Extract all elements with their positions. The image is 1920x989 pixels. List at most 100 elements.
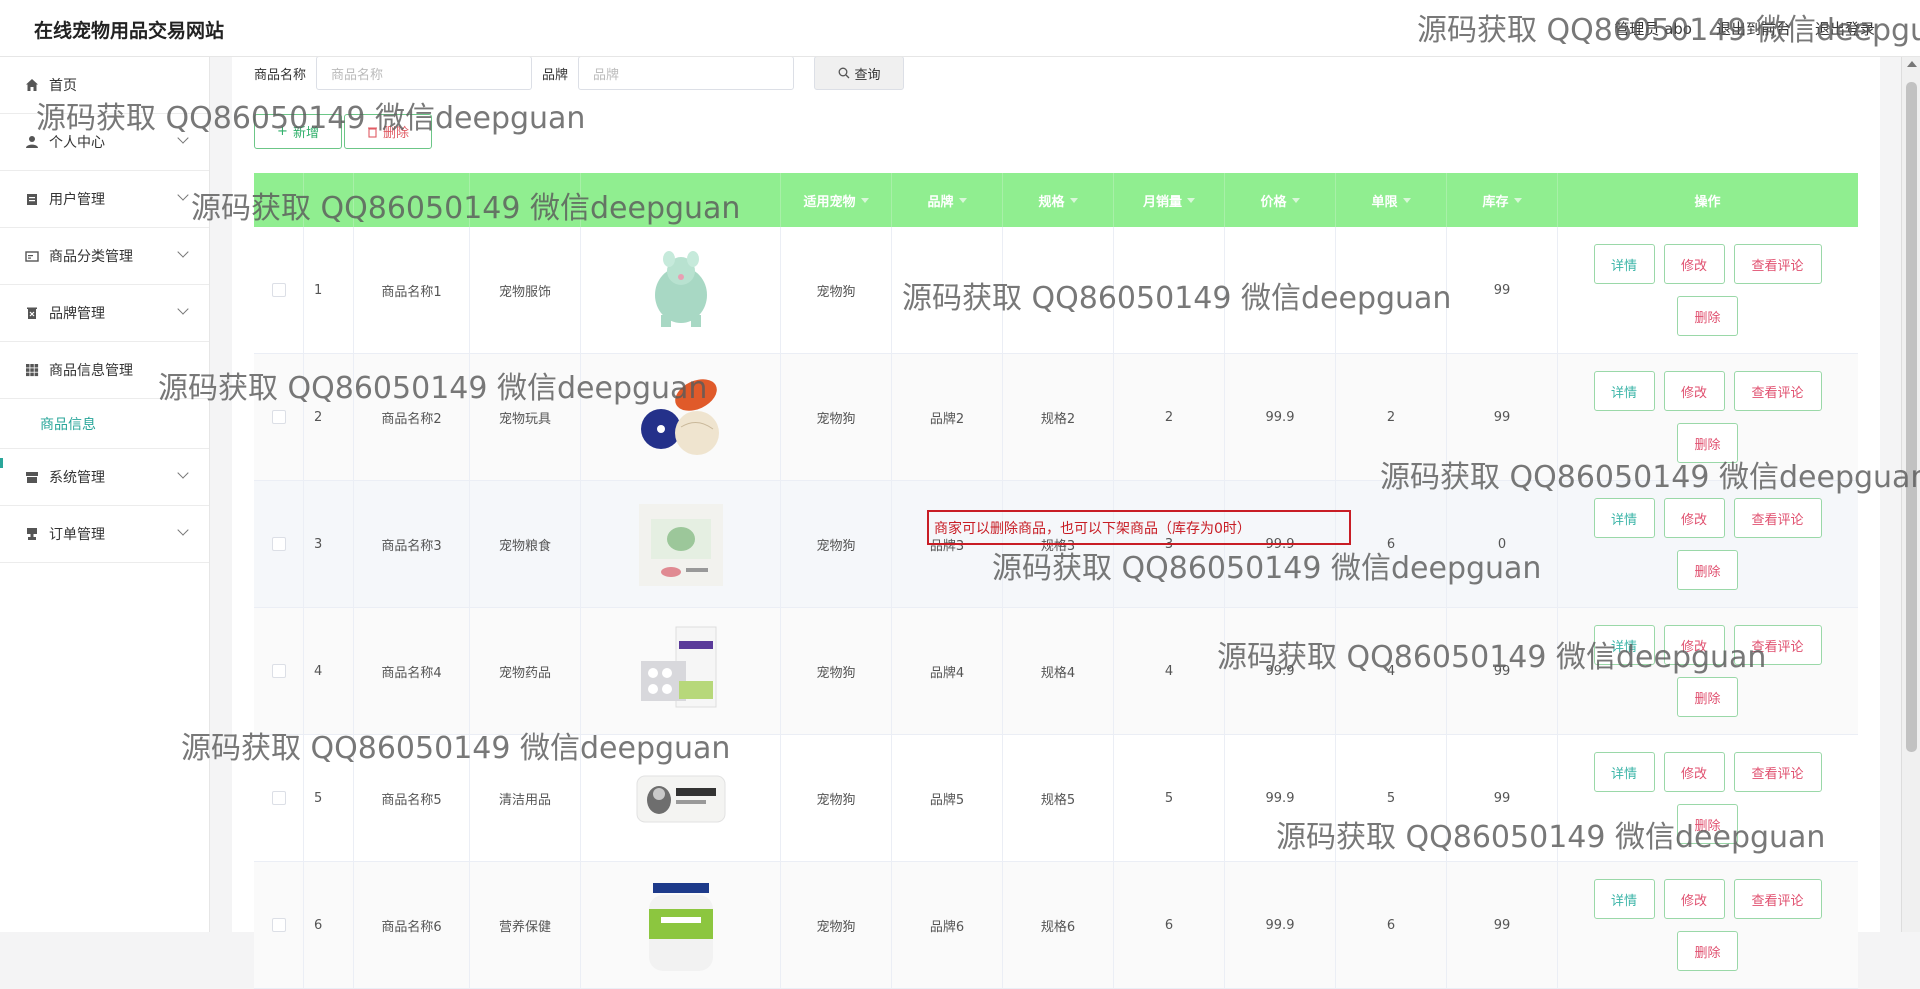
header-label: 单限 xyxy=(1371,194,1398,210)
row-checkbox[interactable] xyxy=(271,918,286,932)
product-name: 商品名称3 xyxy=(354,481,470,607)
product-price: 99.9 xyxy=(1225,354,1336,480)
view-reviews-button[interactable]: 查看评论 xyxy=(1733,752,1822,792)
product-pet: 宠物狗 xyxy=(781,227,892,353)
detail-button[interactable]: 详情 xyxy=(1593,752,1655,792)
delete-button[interactable]: 删除 xyxy=(1677,296,1738,336)
product-name: 商品名称1 xyxy=(354,227,470,353)
sidebar-item-product-info[interactable]: 商品信息管理 xyxy=(0,342,209,399)
delete-button-label: 删除 xyxy=(382,126,409,141)
sidebar-item-label: 商品分类管理 xyxy=(49,249,133,265)
header-price-col[interactable]: 价格 xyxy=(1225,173,1336,227)
scrollbar-thumb[interactable] xyxy=(1906,82,1917,752)
product-stock: 99 xyxy=(1447,354,1558,480)
delete-button[interactable]: 删除 xyxy=(1677,931,1738,971)
search-bar: 商品名称 商品名称 品牌 品牌 查询 xyxy=(254,56,905,90)
plus-icon: + xyxy=(277,124,288,139)
page-scrollbar[interactable] xyxy=(1901,57,1920,932)
query-button[interactable]: 查询 xyxy=(814,56,905,90)
view-reviews-button[interactable]: 查看评论 xyxy=(1733,625,1822,665)
product-spec: 规格4 xyxy=(1003,608,1114,734)
header-label: 适用宠物 xyxy=(803,194,856,210)
product-image xyxy=(631,240,731,340)
product-image xyxy=(631,621,731,721)
table-header: 适用宠物 品牌 规格 月销量 价格 单限 库存 操作 xyxy=(254,173,1858,227)
header-spec-col[interactable]: 规格 xyxy=(1003,173,1114,227)
product-name-input[interactable]: 商品名称 xyxy=(316,56,533,90)
product-name: 商品名称6 xyxy=(354,862,470,988)
admin-user-label[interactable]: 管理员 abo xyxy=(1614,18,1692,39)
main-panel: 商品名称 商品名称 品牌 品牌 查询 + 新增 删除 适用宠物 品牌 规格 月销… xyxy=(232,56,1880,989)
detail-button[interactable]: 详情 xyxy=(1593,625,1655,665)
product-sales: 6 xyxy=(1114,862,1225,988)
product-image-cell xyxy=(581,608,781,734)
detail-button[interactable]: 详情 xyxy=(1593,498,1655,538)
edit-button[interactable]: 修改 xyxy=(1663,244,1725,284)
sidebar-item-users[interactable]: 用户管理 xyxy=(0,171,209,228)
stamp-icon xyxy=(24,526,40,542)
sidebar-item-category[interactable]: 商品分类管理 xyxy=(0,228,209,285)
sidebar-item-system[interactable]: 系统管理 xyxy=(0,449,209,506)
sidebar-item-orders[interactable]: 订单管理 xyxy=(0,506,209,563)
product-category: 营养保健 xyxy=(470,862,581,988)
header-stock-col[interactable]: 库存 xyxy=(1447,173,1558,227)
detail-button[interactable]: 详情 xyxy=(1593,244,1655,284)
view-reviews-button[interactable]: 查看评论 xyxy=(1733,371,1822,411)
home-icon xyxy=(24,77,40,93)
row-checkbox[interactable] xyxy=(271,537,286,551)
back-to-front-link[interactable]: 退出到前台 xyxy=(1716,18,1791,39)
header-category-col xyxy=(470,173,581,227)
header-sales-col[interactable]: 月销量 xyxy=(1114,173,1225,227)
edit-button[interactable]: 修改 xyxy=(1663,625,1725,665)
detail-button[interactable]: 详情 xyxy=(1593,371,1655,411)
row-checkbox[interactable] xyxy=(271,791,286,805)
product-spec xyxy=(1003,227,1114,353)
delete-button[interactable]: 删除 xyxy=(1677,677,1738,717)
sidebar-item-label: 品牌管理 xyxy=(49,306,105,322)
table-row: 5 商品名称5 清洁用品 宠物狗 品牌5 规格5 5 99.9 5 99 详情 … xyxy=(254,735,1858,862)
view-reviews-button[interactable]: 查看评论 xyxy=(1733,879,1822,919)
product-brand: 品牌2 xyxy=(892,354,1003,480)
sort-icon xyxy=(1069,197,1078,203)
product-price: 99.9 xyxy=(1225,862,1336,988)
edit-button[interactable]: 修改 xyxy=(1663,752,1725,792)
product-name-label: 商品名称 xyxy=(254,67,307,83)
add-button[interactable]: + 新增 xyxy=(254,114,342,149)
edit-button[interactable]: 修改 xyxy=(1663,879,1725,919)
sidebar-item-brand[interactable]: 品牌管理 xyxy=(0,285,209,342)
brand-input[interactable]: 品牌 xyxy=(578,56,795,90)
detail-button[interactable]: 详情 xyxy=(1593,879,1655,919)
product-brand: 品牌4 xyxy=(892,608,1003,734)
delete-button[interactable]: 删除 xyxy=(1677,423,1738,463)
view-reviews-button[interactable]: 查看评论 xyxy=(1733,244,1822,284)
delete-button[interactable]: 删除 xyxy=(1677,550,1738,590)
header-pet-col[interactable]: 适用宠物 xyxy=(781,173,892,227)
product-brand: 品牌5 xyxy=(892,735,1003,861)
sort-icon xyxy=(1402,197,1411,203)
sidebar-subitem-product-info[interactable]: 商品信息 xyxy=(0,399,209,449)
row-checkbox-cell xyxy=(254,735,304,861)
sidebar-item-home[interactable]: 首页 xyxy=(0,57,209,114)
batch-delete-button[interactable]: 删除 xyxy=(344,114,432,149)
product-limit xyxy=(1336,227,1447,353)
sidebar-item-profile[interactable]: 个人中心 xyxy=(0,114,209,171)
logout-link[interactable]: 退出登录 xyxy=(1815,18,1875,39)
row-checkbox[interactable] xyxy=(271,664,286,678)
header-limit-col[interactable]: 单限 xyxy=(1336,173,1447,227)
product-category: 宠物服饰 xyxy=(470,227,581,353)
edit-button[interactable]: 修改 xyxy=(1663,371,1725,411)
active-indicator xyxy=(0,458,3,468)
sort-icon xyxy=(1187,197,1195,203)
product-pet: 宠物狗 xyxy=(781,862,892,988)
edit-button[interactable]: 修改 xyxy=(1663,498,1725,538)
header-brand-col[interactable]: 品牌 xyxy=(892,173,1003,227)
scroll-up-arrow-icon[interactable] xyxy=(1907,61,1917,67)
product-name: 商品名称4 xyxy=(354,608,470,734)
row-checkbox[interactable] xyxy=(271,283,286,297)
delete-button[interactable]: 删除 xyxy=(1677,804,1738,844)
header-checkbox-col[interactable] xyxy=(254,173,304,227)
product-stock: 99 xyxy=(1447,862,1558,988)
view-reviews-button[interactable]: 查看评论 xyxy=(1733,498,1822,538)
sidebar-item-label: 首页 xyxy=(49,78,77,94)
row-checkbox[interactable] xyxy=(271,410,286,424)
